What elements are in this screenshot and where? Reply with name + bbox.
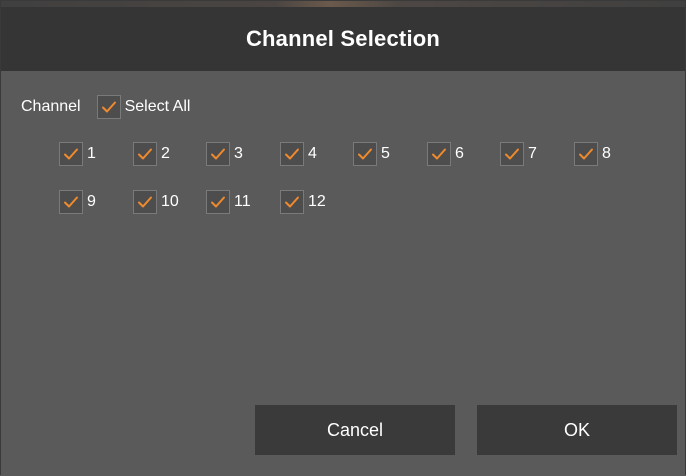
channel-label-5: 5	[381, 145, 390, 162]
channel-item: 5	[353, 141, 390, 167]
checkmark-icon	[138, 148, 152, 160]
channel-label-8: 8	[602, 145, 611, 162]
checkmark-icon	[285, 196, 299, 208]
channel-checkbox[interactable]	[280, 190, 304, 214]
channel-checkbox[interactable]	[206, 142, 230, 166]
dialog-title: Channel Selection	[245, 26, 441, 51]
select-all-label: Select All	[124, 98, 191, 115]
channel-checkbox[interactable]	[500, 142, 524, 166]
channel-item: 9	[59, 189, 96, 215]
channel-label-1: 1	[87, 145, 96, 162]
channel-item: 8	[574, 141, 611, 167]
channel-item: 6	[427, 141, 464, 167]
cancel-button[interactable]: Cancel	[255, 405, 455, 455]
channel-label-2: 2	[161, 145, 170, 162]
checkmark-icon	[211, 196, 225, 208]
channel-item: 7	[500, 141, 537, 167]
channel-checkbox[interactable]	[59, 142, 83, 166]
channel-item: 3	[206, 141, 243, 167]
channel-label-4: 4	[308, 145, 317, 162]
channel-label-10: 10	[161, 193, 179, 210]
channel-checkbox[interactable]	[280, 142, 304, 166]
checkmark-icon	[579, 148, 593, 160]
checkmark-icon	[285, 148, 299, 160]
channel-item: 11	[206, 189, 251, 215]
channel-label-6: 6	[455, 145, 464, 162]
channel-checkbox[interactable]	[133, 190, 157, 214]
channel-checkbox[interactable]	[206, 190, 230, 214]
channel-checkbox[interactable]	[353, 142, 377, 166]
channel-item: 10	[133, 189, 179, 215]
select-all-row: Channel Select All	[21, 93, 190, 121]
channel-label-11: 11	[234, 193, 251, 210]
select-all-checkbox[interactable]	[96, 95, 121, 119]
checkmark-icon	[64, 196, 78, 208]
channel-checkbox[interactable]	[427, 142, 451, 166]
channel-checkbox[interactable]	[59, 190, 83, 214]
channel-label-3: 3	[234, 145, 243, 162]
channel-item: 4	[280, 141, 317, 167]
checkmark-icon	[505, 148, 519, 160]
checkmark-icon	[432, 148, 446, 160]
checkmark-icon	[211, 148, 225, 160]
checkmark-icon	[138, 196, 152, 208]
channel-checkbox[interactable]	[574, 142, 598, 166]
channel-item: 2	[133, 141, 170, 167]
checkmark-icon	[64, 148, 78, 160]
channel-checkbox[interactable]	[133, 142, 157, 166]
channel-item: 1	[59, 141, 96, 167]
channel-label: Channel	[21, 98, 81, 115]
checkmark-icon	[101, 101, 116, 113]
title-bar: Channel Selection	[1, 7, 685, 71]
ok-button[interactable]: OK	[477, 405, 677, 455]
channel-label-7: 7	[528, 145, 537, 162]
checkmark-icon	[358, 148, 372, 160]
channel-item: 12	[280, 189, 326, 215]
dialog-body: Channel Select All 1 2 3 4 5 6 7 8 9 10 11 12 Cance…	[1, 71, 685, 476]
channel-selection-dialog: Channel Selection Channel Select All 123…	[0, 0, 686, 476]
channel-label-12: 12	[308, 193, 326, 210]
channel-label-9: 9	[87, 193, 96, 210]
